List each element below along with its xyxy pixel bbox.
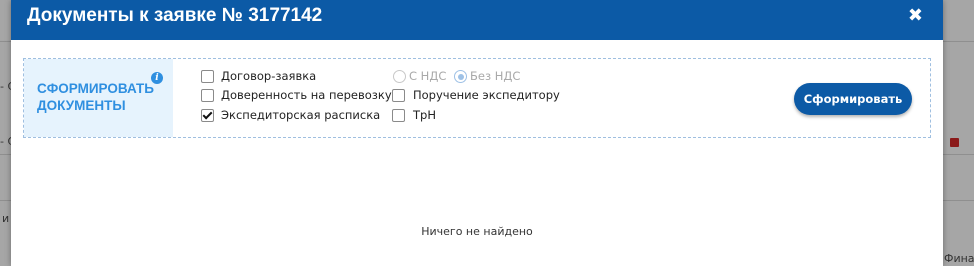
checkbox-forwarding-receipt[interactable] (201, 109, 214, 122)
radio-label: С НДС (409, 69, 447, 83)
generate-button[interactable]: Сформировать (794, 83, 912, 115)
checkbox-label: Договор-заявка (221, 69, 317, 83)
modal-title: Документы к заявке № 3177142 (27, 5, 323, 26)
checkbox-label: Поручение экспедитору (413, 88, 560, 102)
close-icon[interactable]: ✖ (908, 5, 923, 26)
radio-label: Без НДС (470, 69, 521, 83)
generate-documents-panel: СФОРМИРОВАТЬ ДОКУМЕНТЫ i Договор-заявка … (23, 58, 931, 138)
info-icon[interactable]: i (151, 72, 163, 84)
checkbox-trn[interactable] (392, 109, 405, 122)
checkbox-label: ТрН (413, 108, 436, 122)
modal-header: Документы к заявке № 3177142 ✖ (11, 0, 943, 40)
checkbox-label: Экспедиторская расписка (221, 108, 381, 122)
checkbox-forwarder-order[interactable] (392, 89, 405, 102)
empty-results-message: Ничего не найдено (421, 225, 533, 238)
checkbox-contract-request[interactable] (201, 70, 214, 83)
panel-title: СФОРМИРОВАТЬ ДОКУМЕНТЫ (37, 81, 154, 113)
bg-text-fragment: Фина (944, 252, 974, 265)
bg-text-fragment: и (2, 212, 10, 225)
panel-label-area: СФОРМИРОВАТЬ ДОКУМЕНТЫ i (24, 59, 173, 137)
checkbox-power-of-attorney[interactable] (201, 89, 214, 102)
radio-without-vat[interactable] (454, 70, 467, 83)
radio-with-vat[interactable] (393, 70, 406, 83)
documents-modal: Документы к заявке № 3177142 ✖ СФОРМИРОВ… (11, 0, 943, 266)
checkbox-label: Доверенность на перевозку (221, 88, 392, 102)
bg-file-icon (950, 138, 959, 147)
